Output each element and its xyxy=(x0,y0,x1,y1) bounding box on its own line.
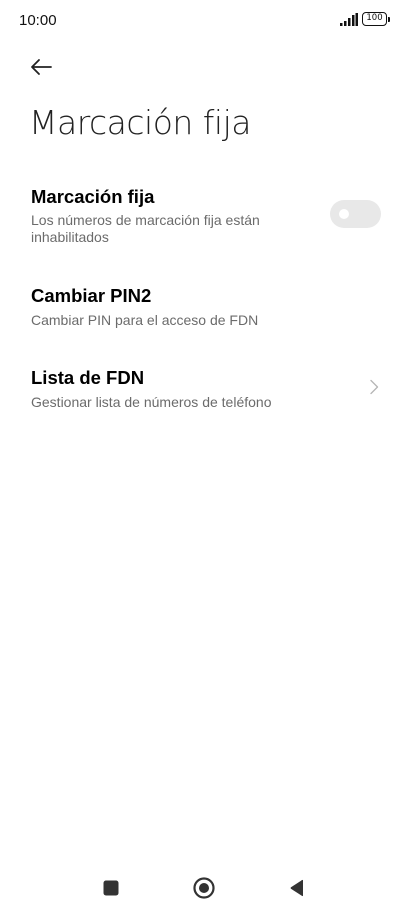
setting-fdn-list[interactable]: Lista de FDN Gestionar lista de números … xyxy=(0,367,411,413)
setting-subtitle: Gestionar lista de números de teléfono xyxy=(31,394,272,410)
setting-title: Marcación fija xyxy=(31,186,155,207)
page-title: Marcación fija xyxy=(29,103,252,142)
nav-back-button[interactable] xyxy=(280,871,314,905)
setting-subtitle: Cambiar PIN para el acceso de FDN xyxy=(31,312,259,328)
fixed-dialing-toggle[interactable] xyxy=(330,200,381,228)
battery-level: 100 xyxy=(362,12,387,26)
battery-icon: 100 xyxy=(362,12,390,26)
square-icon xyxy=(103,880,119,896)
setting-fixed-dialing[interactable]: Marcación fija Los números de marcación … xyxy=(0,186,411,250)
chevron-right-icon xyxy=(370,379,379,395)
setting-title: Cambiar PIN2 xyxy=(31,285,152,306)
signal-bars-icon xyxy=(340,13,358,26)
circle-home-icon xyxy=(193,877,215,899)
back-button[interactable] xyxy=(24,50,58,84)
home-button[interactable] xyxy=(187,871,221,905)
status-time: 10:00 xyxy=(19,12,57,29)
toggle-knob xyxy=(339,209,349,219)
navigation-bar xyxy=(0,865,411,913)
arrow-back-icon xyxy=(31,59,52,75)
setting-title: Lista de FDN xyxy=(31,367,145,388)
setting-change-pin2[interactable]: Cambiar PIN2 Cambiar PIN para el acceso … xyxy=(0,285,411,331)
status-bar: 10:00 100 xyxy=(0,0,411,40)
setting-subtitle: Los números de marcación fija están inha… xyxy=(31,212,260,245)
recents-button[interactable] xyxy=(94,871,128,905)
triangle-back-icon xyxy=(290,879,303,897)
